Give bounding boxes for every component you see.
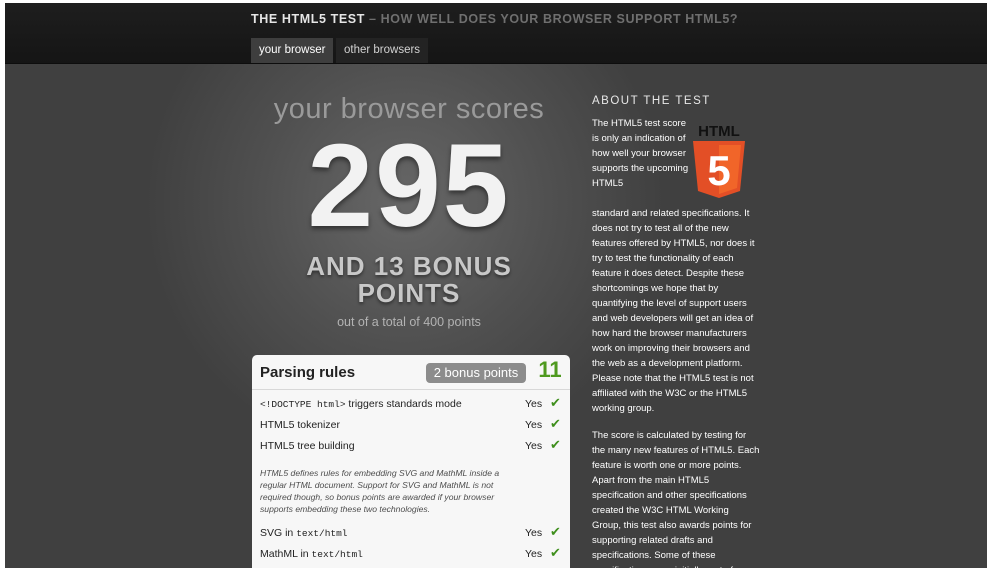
row-result: Yes (525, 398, 543, 410)
result-row: <!DOCTYPE html> triggers standards mode … (260, 395, 562, 413)
about-paragraph-1-rest: standard and related specifications. It … (592, 208, 755, 414)
parsing-rules-card: Parsing rules 2 bonus points 11 <!DOCTYP… (252, 355, 570, 568)
row-label: HTML5 tree building (260, 440, 355, 452)
section-score: 11 (538, 357, 562, 382)
site-title-main: THE HTML5 TEST (251, 12, 365, 26)
html5-logo: HTML 5 (693, 123, 745, 198)
screenshot-frame: THE HTML5 TEST – HOW WELL DOES YOUR BROW… (0, 0, 988, 570)
bonus-line-2: POINTS (357, 278, 461, 308)
total-points: out of a total of 400 points (337, 315, 481, 329)
about-heading: ABOUT THE TEST (592, 95, 711, 107)
checkmark-icon: ✔ (550, 545, 561, 560)
checkmark-icon: ✔ (550, 524, 561, 539)
bonus-points-badge: 2 bonus points (426, 363, 526, 383)
row-code: <!DOCTYPE html> (260, 399, 346, 410)
row-code: text/html (311, 549, 363, 560)
row-code: text/html (296, 528, 348, 539)
row-label: <!DOCTYPE html> triggers standards mode (260, 398, 462, 410)
row-label: SVG in text/html (260, 527, 348, 539)
row-text: SVG in (260, 527, 297, 539)
row-result: Yes (525, 527, 543, 539)
page: THE HTML5 TEST – HOW WELL DOES YOUR BROW… (5, 3, 987, 568)
bonus-points: AND 13 BONUS POINTS (249, 253, 569, 307)
row-result: Yes (525, 419, 543, 431)
row-label: MathML in text/html (260, 548, 363, 560)
bonus-note: HTML5 defines rules for embedding SVG an… (260, 468, 500, 514)
site-title-subtitle: – HOW WELL DOES YOUR BROWSER SUPPORT HTM… (369, 12, 739, 26)
row-result: Yes (525, 548, 543, 560)
html5-logo-glyph: 5 (707, 147, 730, 194)
total-score: 295 (307, 120, 511, 252)
checkmark-icon: ✔ (550, 416, 561, 431)
parsing-rules-header: Parsing rules 2 bonus points 11 (252, 355, 570, 390)
site-title[interactable]: THE HTML5 TEST – HOW WELL DOES YOUR BROW… (251, 12, 738, 26)
result-row: MathML in text/html Yes ✔ (260, 545, 562, 563)
tab-your-browser[interactable]: your browser (251, 38, 334, 63)
parsing-rules-title: Parsing rules (260, 364, 356, 381)
top-bar: THE HTML5 TEST – HOW WELL DOES YOUR BROW… (5, 3, 987, 64)
checkmark-icon: ✔ (550, 437, 561, 452)
html5-logo-text: HTML (698, 123, 740, 140)
about-paragraph-1-start: The HTML5 test score is only an indicati… (592, 118, 689, 189)
tab-other-browsers[interactable]: other browsers (336, 38, 429, 63)
result-row: SVG in text/html Yes ✔ (260, 524, 562, 542)
row-text: triggers standards mode (345, 398, 462, 410)
row-text: MathML in (260, 548, 312, 560)
result-row: HTML5 tree building Yes ✔ (260, 437, 562, 455)
result-row: HTML5 tokenizer Yes ✔ (260, 416, 562, 434)
bonus-line-1: AND 13 BONUS (306, 251, 512, 281)
about-paragraph-2: The score is calculated by testing for t… (592, 430, 760, 568)
checkmark-icon: ✔ (550, 395, 561, 410)
row-label: HTML5 tokenizer (260, 419, 340, 431)
row-result: Yes (525, 440, 543, 452)
